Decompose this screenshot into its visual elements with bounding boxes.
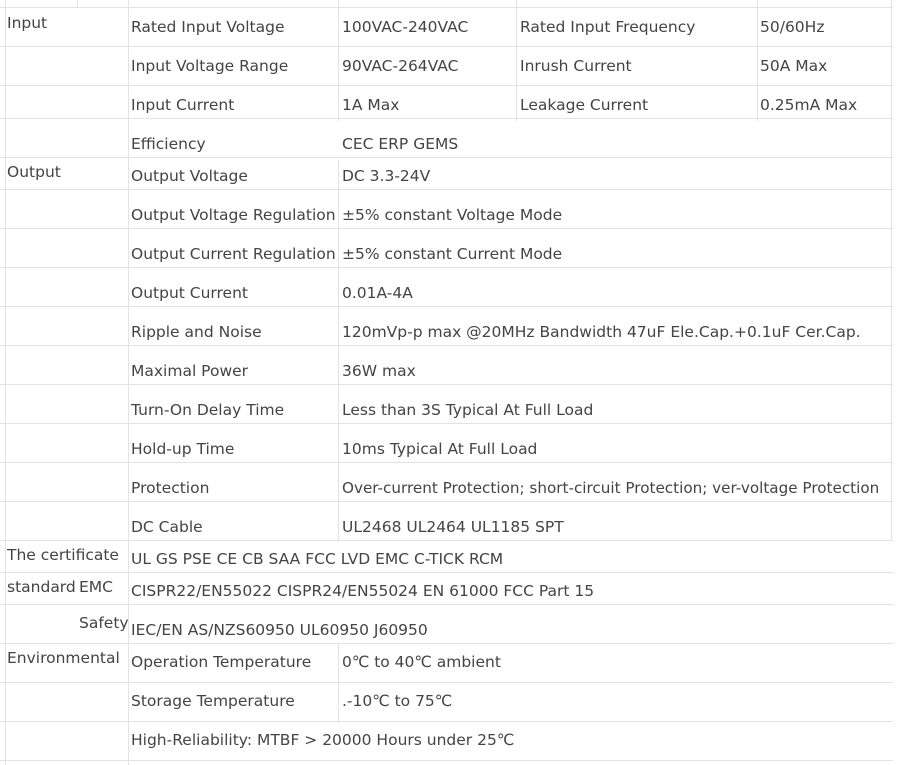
row-divider <box>0 228 893 229</box>
row-divider <box>0 267 893 268</box>
spec-value: 10ms Typical At Full Load <box>342 440 538 458</box>
row-divider <box>0 306 893 307</box>
row-divider <box>0 721 893 722</box>
row-divider <box>0 345 893 346</box>
spec-label: Protection <box>131 479 210 497</box>
section-label-certificate: The certificate <box>7 546 119 564</box>
row-divider <box>0 501 893 502</box>
spec-value: Less than 3S Typical At Full Load <box>342 401 594 419</box>
certificate-list: UL GS PSE CE CB SAA FCC LVD EMC C-TICK R… <box>131 550 504 568</box>
row-divider <box>0 604 893 605</box>
spec-label: Rated Input Frequency <box>520 18 696 36</box>
spec-value: Over-current Protection; short-circuit P… <box>342 479 880 497</box>
spec-label: Input Voltage Range <box>131 57 289 75</box>
spec-label: Hold-up Time <box>131 440 235 458</box>
column-divider <box>338 160 339 542</box>
spec-label: Maximal Power <box>131 362 249 380</box>
spec-value: .-10℃ to 75℃ <box>342 692 453 710</box>
spec-label: Leakage Current <box>520 96 649 114</box>
row-divider <box>0 572 893 573</box>
row-divider <box>0 157 893 158</box>
spec-label: Ripple and Noise <box>131 323 262 341</box>
row-divider <box>0 189 893 190</box>
spec-label: Turn-On Delay Time <box>131 401 285 419</box>
spec-label: Output Voltage <box>131 167 248 185</box>
spec-label: Operation Temperature <box>131 653 312 671</box>
spec-value: CEC ERP GEMS <box>342 135 459 153</box>
column-divider <box>516 0 517 121</box>
safety-value: IEC/EN AS/NZS60950 UL60950 J60950 <box>131 621 428 639</box>
section-label-standard: standard <box>7 578 76 596</box>
spec-label: Output Current <box>131 284 248 302</box>
section-label-environmental: Environmental <box>7 649 120 667</box>
spec-value: 0.01A-4A <box>342 284 413 302</box>
row-divider <box>0 423 893 424</box>
spec-label: Inrush Current <box>520 57 632 75</box>
spec-label: Output Voltage Regulation <box>131 206 336 224</box>
spec-label: DC Cable <box>131 518 203 536</box>
row-divider <box>0 540 893 541</box>
column-divider <box>5 0 6 765</box>
spec-value: 50A Max <box>760 57 828 75</box>
row-divider <box>0 760 893 761</box>
row-divider <box>0 118 893 119</box>
spec-value: ±5% constant Voltage Mode <box>342 206 563 224</box>
emc-value: CISPR22/EN55022 CISPR24/EN55024 EN 61000… <box>131 582 595 600</box>
spec-value: 36W max <box>342 362 416 380</box>
spec-value: 1A Max <box>342 96 400 114</box>
spec-label: Output Current Regulation <box>131 245 336 263</box>
spec-label: Input Current <box>131 96 235 114</box>
row-divider <box>0 462 893 463</box>
row-divider <box>0 384 893 385</box>
spec-label: Rated Input Voltage <box>131 18 285 36</box>
column-divider <box>338 643 339 723</box>
spec-value: UL2468 UL2464 UL1185 SPT <box>342 518 564 536</box>
spec-label: Efficiency <box>131 135 206 153</box>
spec-value: ±5% constant Current Mode <box>342 245 563 263</box>
spec-value: 90VAC-264VAC <box>342 57 459 75</box>
column-divider <box>338 0 339 121</box>
reliability-text: High-Reliability: MTBF > 20000 Hours und… <box>131 731 515 749</box>
row-divider <box>0 85 893 86</box>
spec-value: DC 3.3-24V <box>342 167 431 185</box>
safety-label: Safety <box>79 614 129 632</box>
row-divider <box>0 682 893 683</box>
spec-value: 50/60Hz <box>760 18 825 36</box>
column-divider <box>128 0 129 765</box>
column-divider <box>757 0 758 121</box>
spec-value: 120mVp-p max @20MHz Bandwidth 47uF Ele.C… <box>342 323 861 341</box>
row-divider <box>0 643 893 644</box>
spec-value: 0℃ to 40℃ ambient <box>342 653 501 671</box>
emc-label: EMC <box>79 578 113 596</box>
spec-value: 100VAC-240VAC <box>342 18 469 36</box>
column-divider <box>891 0 892 540</box>
row-divider <box>0 46 893 47</box>
column-divider <box>77 0 78 8</box>
section-label-output: Output <box>7 163 61 181</box>
section-label-input: Input <box>7 14 48 32</box>
row-divider <box>0 7 893 8</box>
spec-label: Storage Temperature <box>131 692 295 710</box>
spec-value: 0.25mA Max <box>760 96 858 114</box>
